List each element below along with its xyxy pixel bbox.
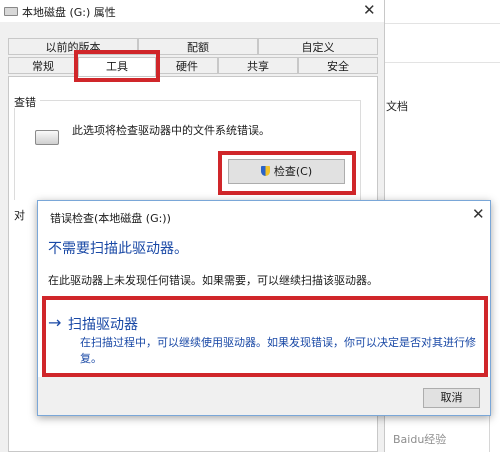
tab-hardware[interactable]: 硬件 [156,57,218,74]
dialog-heading: 不需要扫描此驱动器。 [48,241,188,257]
arrow-right-icon: → [48,313,62,332]
tab-sharing[interactable]: 共享 [218,57,298,74]
dialog-title: 错误检查(本地磁盘 (G:)) [50,212,171,225]
scan-drive-description: 在扫描过程中，可以继续使用驱动器。如果发现错误，你可以决定是否对其进行修复。 [80,336,476,365]
background-text: 文档 [386,100,408,113]
divider [384,62,500,63]
window-title: 本地磁盘 (G:) 属性 [22,6,116,19]
optimize-group-label: 对 [14,209,25,222]
tab-security[interactable]: 安全 [298,57,378,74]
check-description: 此选项将检查驱动器中的文件系统错误。 [72,124,270,137]
close-icon[interactable]: ✕ [472,205,485,223]
drive-icon [35,130,59,145]
cancel-button[interactable]: 取消 [423,388,480,408]
error-check-dialog: 错误检查(本地磁盘 (G:)) ✕ 不需要扫描此驱动器。 在此驱动器上未发现任何… [37,200,491,416]
group-border [14,108,15,200]
drive-icon [4,7,18,16]
close-icon[interactable]: ✕ [363,1,376,19]
divider [384,23,500,24]
group-border [40,100,360,101]
check-group-label: 查错 [14,96,36,109]
scan-drive-title[interactable]: 扫描驱动器 [68,314,138,334]
tab-general[interactable]: 常规 [8,57,78,74]
tab-customize[interactable]: 自定义 [258,38,378,55]
watermark: Baidu经验 [393,433,447,446]
highlight-box [74,50,160,82]
title-bar: 本地磁盘 (G:) 属性 ✕ [0,0,384,22]
group-border [360,100,361,200]
dialog-message: 在此驱动器上未发现任何错误。如果需要，可以继续扫描该驱动器。 [48,274,378,287]
highlight-box [218,151,356,195]
